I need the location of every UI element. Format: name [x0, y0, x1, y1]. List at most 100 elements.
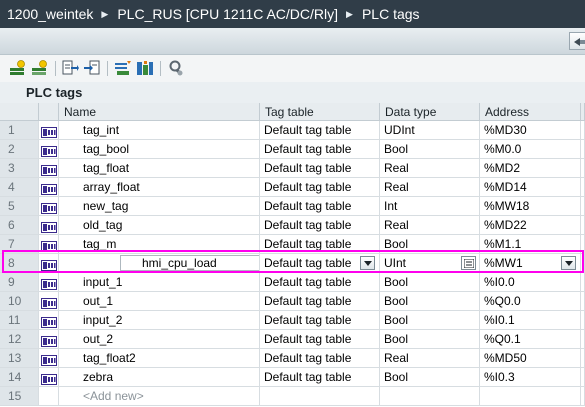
- address-cell[interactable]: %M0.0: [480, 140, 581, 159]
- export-icon[interactable]: [61, 59, 79, 77]
- tag-table-cell[interactable]: Default tag table: [260, 121, 380, 140]
- table-row[interactable]: 4 array_float Default tag table Real %MD14: [0, 178, 585, 197]
- row-number[interactable]: 1: [0, 121, 39, 140]
- row-number[interactable]: 8: [0, 254, 39, 273]
- column-header-tag-table[interactable]: Tag table: [260, 103, 380, 121]
- monitor-all-icon[interactable]: [136, 59, 154, 77]
- tag-name[interactable]: tag_int: [59, 121, 260, 140]
- table-row[interactable]: 3 tag_float Default tag table Real %MD2: [0, 159, 585, 178]
- tag-table-cell[interactable]: Default tag table: [260, 140, 380, 159]
- data-type-cell[interactable]: Bool: [380, 368, 480, 387]
- address-cell[interactable]: %MD14: [480, 178, 581, 197]
- data-type-cell[interactable]: UInt: [380, 254, 480, 273]
- tag-table-cell[interactable]: Default tag table: [260, 273, 380, 292]
- address-cell[interactable]: [480, 387, 581, 406]
- data-type-cell[interactable]: Bool: [380, 330, 480, 349]
- address-dropdown[interactable]: [561, 256, 576, 270]
- data-type-cell[interactable]: Real: [380, 159, 480, 178]
- table-row[interactable]: 2 tag_bool Default tag table Bool %M0.0: [0, 140, 585, 159]
- address-cell[interactable]: %Q0.0: [480, 292, 581, 311]
- name-cell[interactable]: hmi_cpu_load: [59, 254, 260, 273]
- tag-table-cell[interactable]: Default tag table: [260, 197, 380, 216]
- tag-table-cell[interactable]: Default tag table: [260, 235, 380, 254]
- breadcrumb-project[interactable]: 1200_weintek: [7, 6, 93, 22]
- tag-name[interactable]: out_1: [59, 292, 260, 311]
- address-cell[interactable]: %MD30: [480, 121, 581, 140]
- address-cell[interactable]: %MD50: [480, 349, 581, 368]
- tag-name-input[interactable]: hmi_cpu_load: [120, 255, 259, 271]
- tag-name[interactable]: tag_float: [59, 159, 260, 178]
- address-cell[interactable]: %M1.1: [480, 235, 581, 254]
- data-type-cell[interactable]: Real: [380, 216, 480, 235]
- address-cell[interactable]: %I0.1: [480, 311, 581, 330]
- data-type-cell[interactable]: [380, 387, 480, 406]
- row-number[interactable]: 15: [0, 387, 39, 406]
- tag-name[interactable]: tag_bool: [59, 140, 260, 159]
- tag-name[interactable]: new_tag: [59, 197, 260, 216]
- row-number[interactable]: 7: [0, 235, 39, 254]
- address-cell[interactable]: %I0.3: [480, 368, 581, 387]
- row-number[interactable]: 2: [0, 140, 39, 159]
- row-number[interactable]: 10: [0, 292, 39, 311]
- data-type-cell[interactable]: Bool: [380, 292, 480, 311]
- tag-table-dropdown[interactable]: [360, 256, 375, 270]
- table-row[interactable]: 7 tag_m Default tag table Bool %M1.1: [0, 235, 585, 254]
- table-row[interactable]: 14 zebra Default tag table Bool %I0.3: [0, 368, 585, 387]
- data-type-cell[interactable]: Bool: [380, 273, 480, 292]
- address-cell[interactable]: %I0.0: [480, 273, 581, 292]
- data-type-browse-button[interactable]: [461, 256, 476, 270]
- row-number[interactable]: 13: [0, 349, 39, 368]
- filter-icon[interactable]: [168, 59, 186, 77]
- data-type-cell[interactable]: Bool: [380, 140, 480, 159]
- breadcrumb-device[interactable]: PLC_RUS [CPU 1211C AC/DC/Rly]: [117, 6, 338, 22]
- data-type-cell[interactable]: Real: [380, 178, 480, 197]
- data-type-cell[interactable]: Bool: [380, 235, 480, 254]
- column-header-address[interactable]: Address: [480, 103, 581, 121]
- table-row[interactable]: 6 old_tag Default tag table Real %MD22: [0, 216, 585, 235]
- row-number[interactable]: 6: [0, 216, 39, 235]
- table-row[interactable]: 5 new_tag Default tag table Int %MW18: [0, 197, 585, 216]
- tag-table-cell[interactable]: Default tag table: [260, 216, 380, 235]
- table-row[interactable]: 9 input_1 Default tag table Bool %I0.0: [0, 273, 585, 292]
- column-header-name[interactable]: Name: [59, 103, 260, 121]
- tag-table-cell[interactable]: Default tag table: [260, 159, 380, 178]
- tag-table-cell[interactable]: Default tag table: [260, 330, 380, 349]
- tag-name[interactable]: zebra: [59, 368, 260, 387]
- address-cell[interactable]: %MW1: [480, 254, 581, 273]
- column-header-data-type[interactable]: Data type: [380, 103, 480, 121]
- view-switch-button[interactable]: [569, 32, 585, 50]
- data-type-cell[interactable]: UDInt: [380, 121, 480, 140]
- data-type-cell[interactable]: Bool: [380, 311, 480, 330]
- row-number[interactable]: 5: [0, 197, 39, 216]
- tag-name[interactable]: input_1: [59, 273, 260, 292]
- tag-name[interactable]: array_float: [59, 178, 260, 197]
- table-row[interactable]: 13 tag_float2 Default tag table Real %MD50: [0, 349, 585, 368]
- tag-table-cell[interactable]: Default tag table: [260, 254, 380, 273]
- row-number[interactable]: 11: [0, 311, 39, 330]
- tag-name[interactable]: input_2: [59, 311, 260, 330]
- table-row[interactable]: 11 input_2 Default tag table Bool %I0.1: [0, 311, 585, 330]
- insert-tag-icon[interactable]: [31, 59, 49, 77]
- table-row[interactable]: 12 out_2 Default tag table Bool %Q0.1: [0, 330, 585, 349]
- row-number[interactable]: 14: [0, 368, 39, 387]
- data-type-cell[interactable]: Real: [380, 349, 480, 368]
- address-cell[interactable]: %MD22: [480, 216, 581, 235]
- tag-table-cell[interactable]: Default tag table: [260, 178, 380, 197]
- row-number[interactable]: 3: [0, 159, 39, 178]
- data-type-cell[interactable]: Int: [380, 197, 480, 216]
- address-cell[interactable]: %MD2: [480, 159, 581, 178]
- tag-table-cell[interactable]: Default tag table: [260, 349, 380, 368]
- tag-name[interactable]: old_tag: [59, 216, 260, 235]
- row-number[interactable]: 4: [0, 178, 39, 197]
- add-tag-icon[interactable]: [9, 59, 27, 77]
- tag-table-cell[interactable]: Default tag table: [260, 311, 380, 330]
- monitor-icon[interactable]: [114, 59, 132, 77]
- address-cell[interactable]: %Q0.1: [480, 330, 581, 349]
- tag-name[interactable]: tag_float2: [59, 349, 260, 368]
- tag-name[interactable]: tag_m: [59, 235, 260, 254]
- table-row[interactable]: 10 out_1 Default tag table Bool %Q0.0: [0, 292, 585, 311]
- table-row[interactable]: 1 tag_int Default tag table UDInt %MD30: [0, 121, 585, 140]
- table-row[interactable]: 8 hmi_cpu_load Default tag table UInt %MW1: [0, 254, 585, 273]
- tag-name[interactable]: out_2: [59, 330, 260, 349]
- tag-table-cell[interactable]: Default tag table: [260, 368, 380, 387]
